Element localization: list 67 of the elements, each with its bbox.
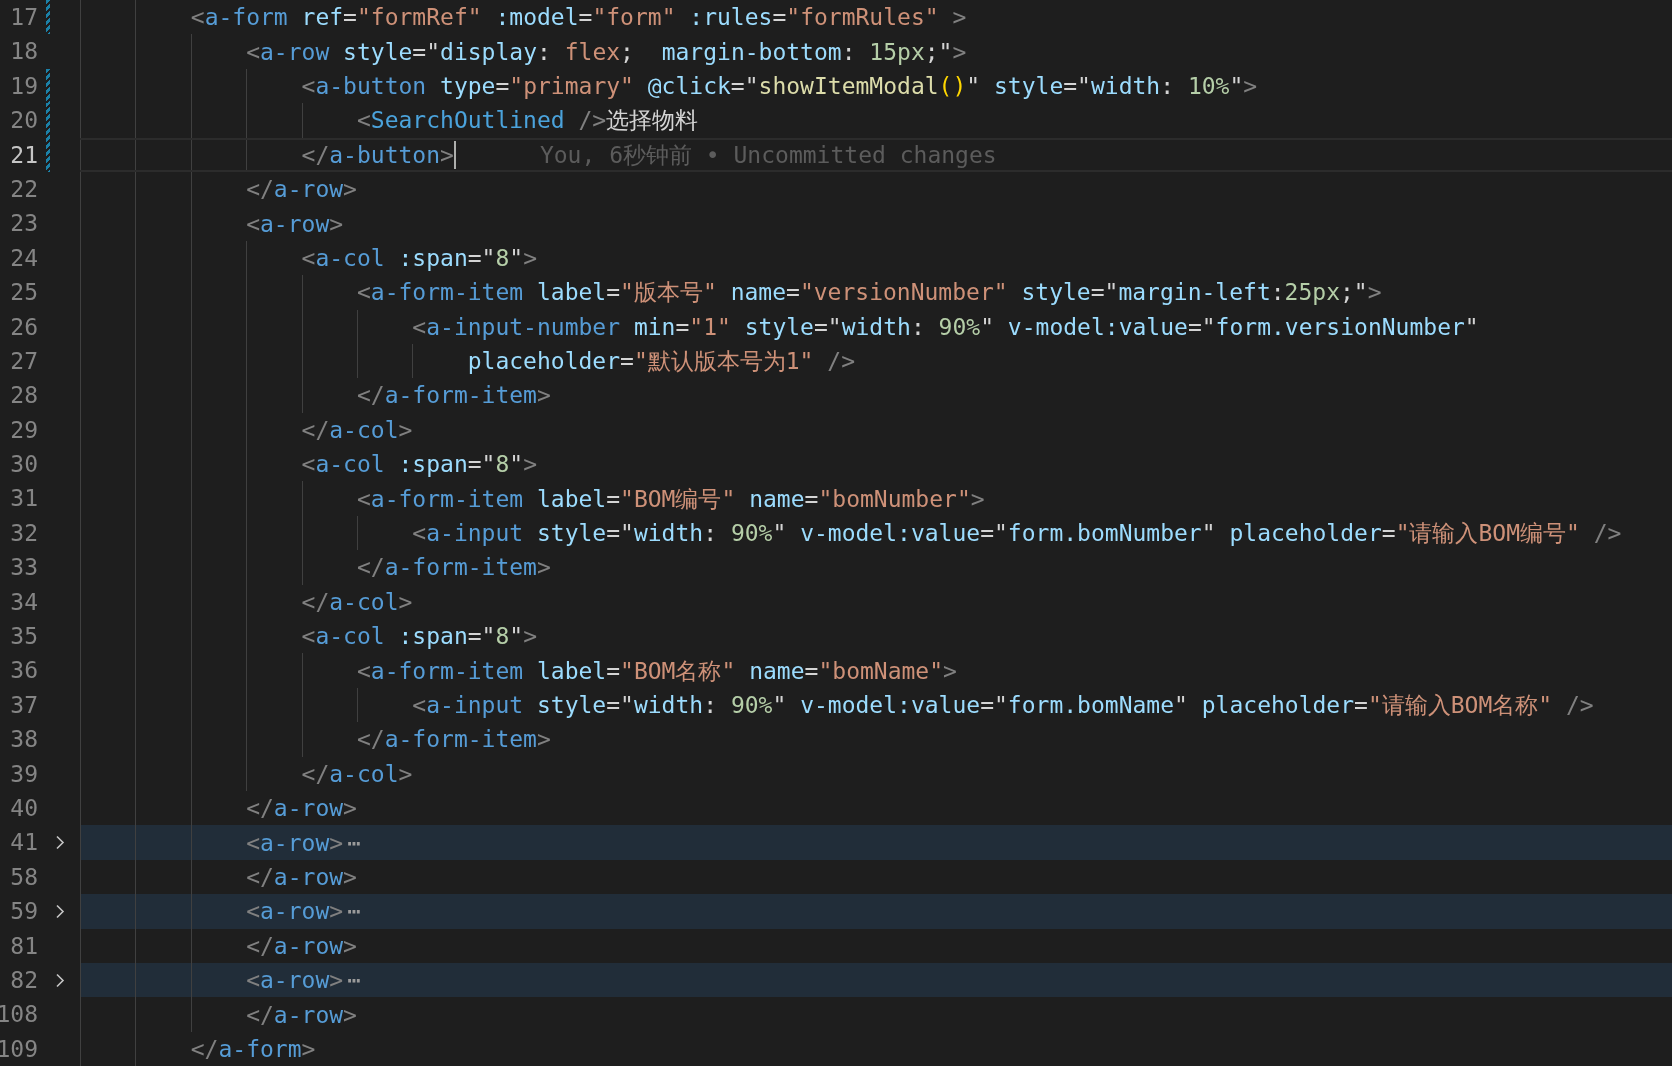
line-number: 19 [10, 71, 38, 101]
code-line: </a-button> [301, 140, 454, 170]
code-line: </a-row> [246, 931, 357, 961]
code-line: </a-row> [246, 1000, 357, 1030]
code-line: <a-form-item label="BOM名称" name="bomName"> [356, 656, 957, 686]
code-line: placeholder="默认版本号为1" /> [467, 347, 855, 377]
line-number: 17 [10, 3, 38, 32]
code-line: </a-form-item> [356, 553, 551, 583]
code-line: </a-row> [246, 794, 357, 824]
code-line: <a-row> ⋯ [246, 828, 361, 858]
code-line: <a-col :span="8"> [301, 243, 538, 273]
line-number: 28 [10, 381, 38, 411]
code-line: <a-input style="width: 90%" v-model:value="form.bomNumber" placeholder="请输入BOM编号" /> [412, 519, 1622, 549]
line-number: 41 [10, 828, 38, 858]
line-number: 58 [10, 862, 38, 892]
line-number: 24 [10, 243, 38, 273]
line-number: 20 [10, 106, 38, 136]
code-line: <a-row style="display: flex; margin-bottom: 15px;"> [246, 37, 967, 67]
text-cursor [453, 140, 456, 169]
code-line: <a-input-number min="1" style="width: 90%" v-model:value="form.versionNumber" [412, 312, 1479, 342]
line-number: 59 [10, 897, 38, 927]
line-number: 37 [10, 690, 38, 720]
line-number: 32 [10, 518, 38, 548]
code-line: <a-col :span="8"> [301, 450, 538, 480]
line-number: 18 [10, 37, 38, 67]
blame-annotation: You, 6秒钟前 • Uncommitted changes [539, 140, 997, 170]
code-line: <a-input style="width: 90%" v-model:value="form.bomName" placeholder="请输入BOM名称" /> [412, 691, 1594, 720]
line-number: 82 [10, 965, 38, 995]
line-number: 40 [10, 794, 38, 823]
code-line: </a-col> [301, 759, 413, 789]
line-number: 33 [10, 553, 38, 583]
code-line: <a-row> [246, 209, 344, 239]
line-number: 23 [10, 209, 38, 239]
line-number: 109 [0, 1034, 38, 1064]
line-number: 35 [10, 622, 38, 652]
line-number: 26 [10, 312, 38, 342]
code-line: <a-button type="primary" @click="showItemModal()" style="width: 10%"> [301, 71, 1258, 101]
code-line: <SearchOutlined />选择物料 [356, 106, 699, 136]
code-line: </a-col> [301, 415, 413, 445]
code-line: </a-col> [301, 587, 413, 617]
code-line: </a-form-item> [356, 381, 551, 411]
chevron-right-icon[interactable] [55, 835, 65, 851]
line-number: 31 [10, 484, 38, 514]
line-number: 27 [10, 346, 38, 376]
line-number: 30 [10, 450, 38, 480]
line-number: 38 [10, 725, 38, 755]
line-number: 39 [10, 759, 38, 789]
line-number: 21 [10, 140, 38, 170]
chevron-right-icon[interactable] [55, 972, 65, 988]
code-line: </a-form> [190, 1034, 316, 1064]
line-number: 25 [10, 278, 38, 308]
code-line: <a-row> ⋯ [246, 966, 361, 996]
line-number: 108 [0, 1000, 38, 1030]
code-line: <a-form ref="formRef" :model="form" :rules="formRules" > [190, 3, 967, 33]
code-line: </a-row> [246, 175, 357, 205]
line-number: 36 [10, 656, 38, 686]
line-number: 34 [10, 587, 38, 617]
code-line: <a-form-item label="BOM编号" name="bomNumber"> [356, 484, 985, 514]
line-number: 81 [10, 931, 38, 961]
code-line: <a-col :span="8"> [301, 622, 538, 652]
line-number: 29 [10, 415, 38, 445]
code-line: <a-row> ⋯ [246, 897, 361, 927]
code-line: </a-form-item> [356, 725, 551, 755]
code-line: </a-row> [246, 862, 357, 892]
chevron-right-icon[interactable] [55, 904, 65, 920]
line-number: 22 [10, 174, 38, 204]
code-line: <a-form-item label="版本号" name="versionNumber" style="margin-left:25px;"> [356, 278, 1382, 308]
